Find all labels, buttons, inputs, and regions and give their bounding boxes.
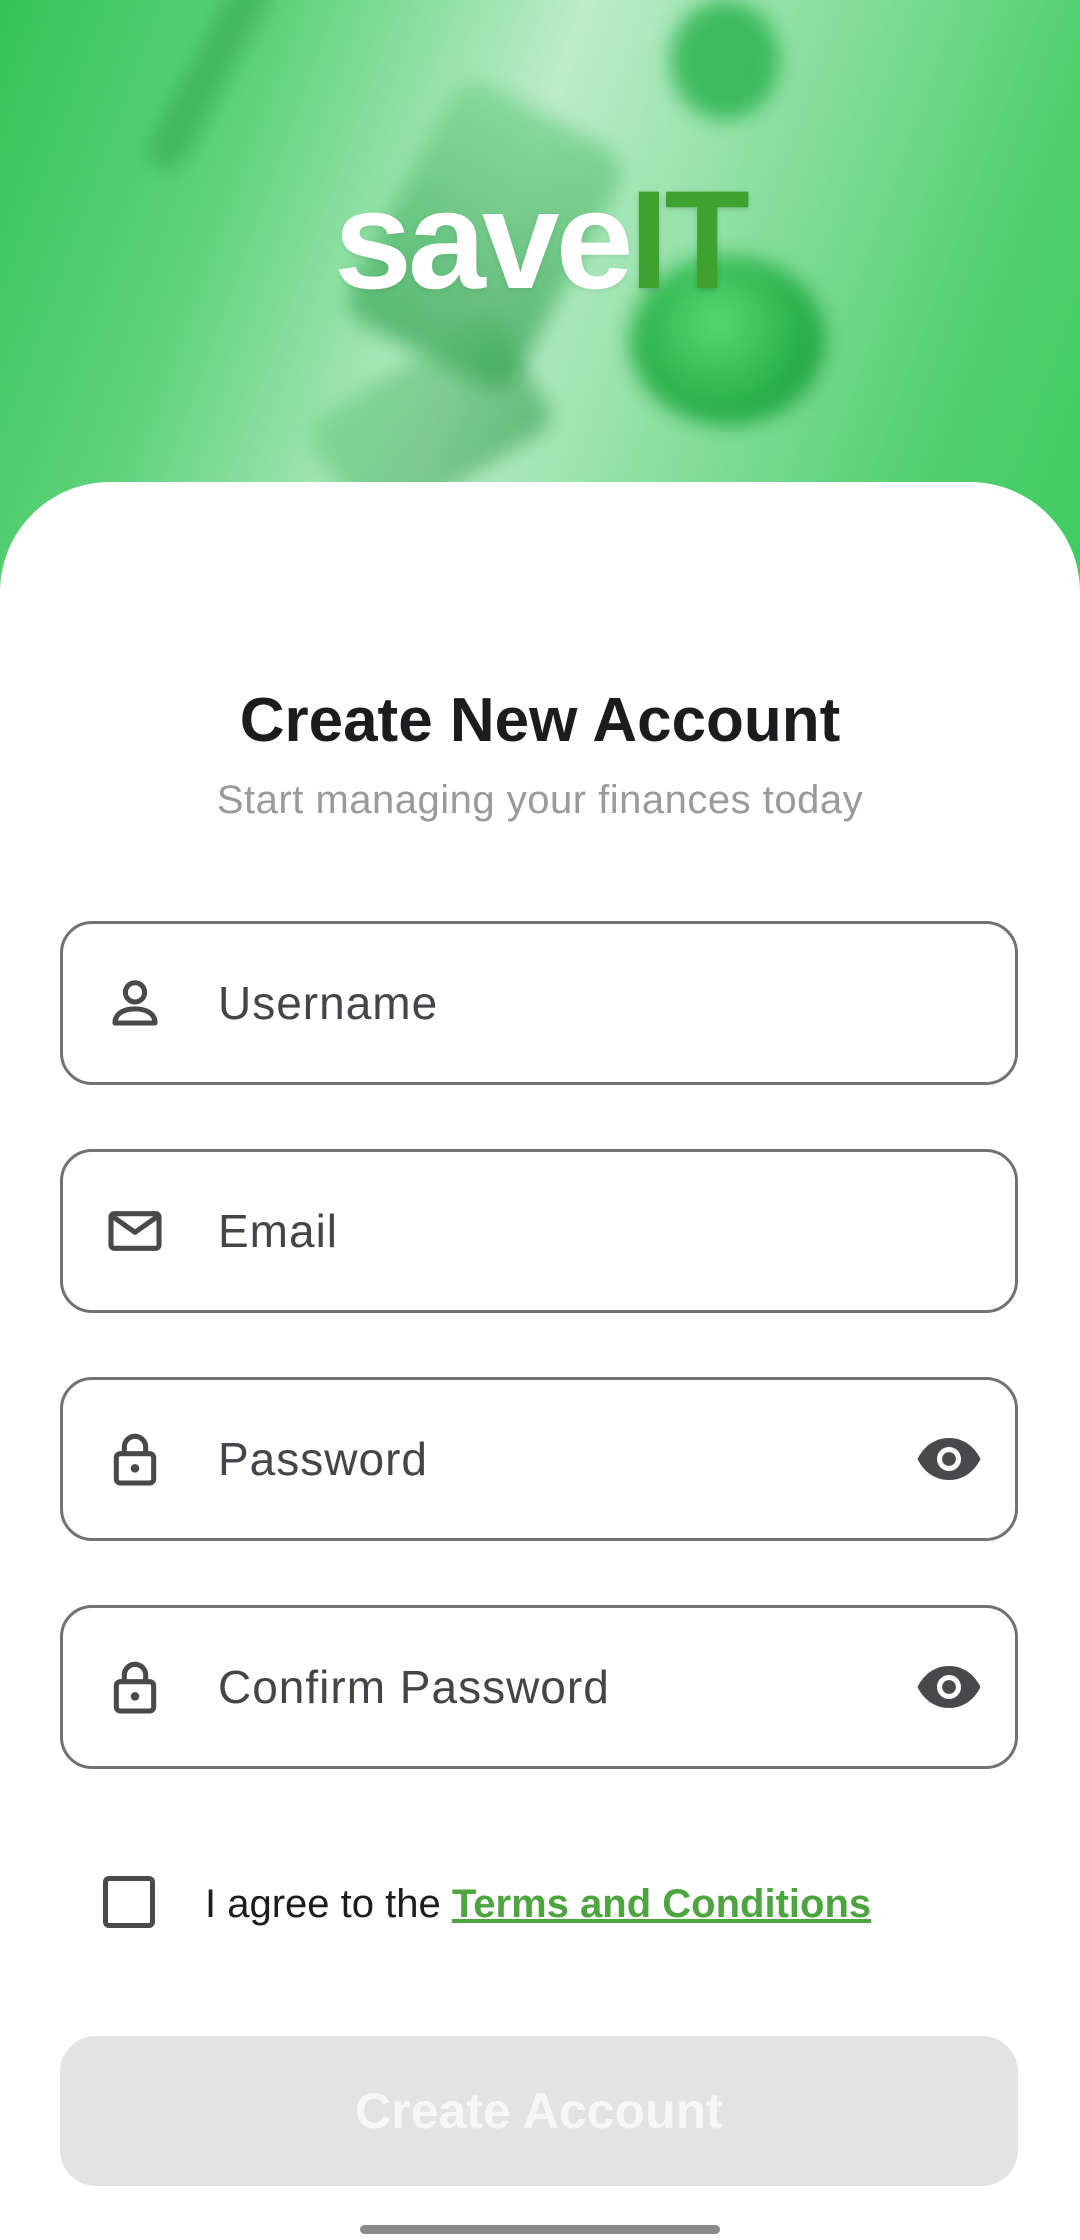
email-placeholder: Email [218,1205,339,1257]
password-field[interactable]: Password [60,1377,1018,1541]
eye-icon[interactable] [913,1651,985,1723]
page-subtitle: Start managing your finances today [216,778,864,822]
confirm-password-placeholder: Confirm Password [218,1661,610,1713]
username-placeholder: Username [218,977,439,1029]
eye-icon[interactable] [913,1423,985,1495]
terms-link[interactable]: Terms and Conditions [452,1882,871,1926]
terms-prefix: I agree to the [205,1882,452,1926]
password-placeholder: Password [218,1433,428,1485]
coin-image [670,0,780,120]
terms-checkbox[interactable] [103,1876,155,1928]
page-title: Create New Account [239,686,841,755]
home-indicator [360,2225,720,2234]
hero-decoration [140,0,280,177]
create-account-button[interactable]: Create Account [60,2036,1018,2186]
lock-icon [113,1433,157,1486]
username-field[interactable]: Username [60,921,1018,1085]
terms-label: I agree to the Terms and Conditions [205,1882,871,1927]
logo-text-it: IT [629,161,750,318]
confirm-password-field[interactable]: Confirm Password [60,1605,1018,1769]
email-field[interactable]: Email [60,1149,1018,1313]
lock-icon [113,1661,157,1714]
app-logo: saveIT [0,170,1080,310]
mail-icon [108,1211,162,1251]
person-icon [112,980,158,1026]
logo-text-save: save [334,161,633,318]
